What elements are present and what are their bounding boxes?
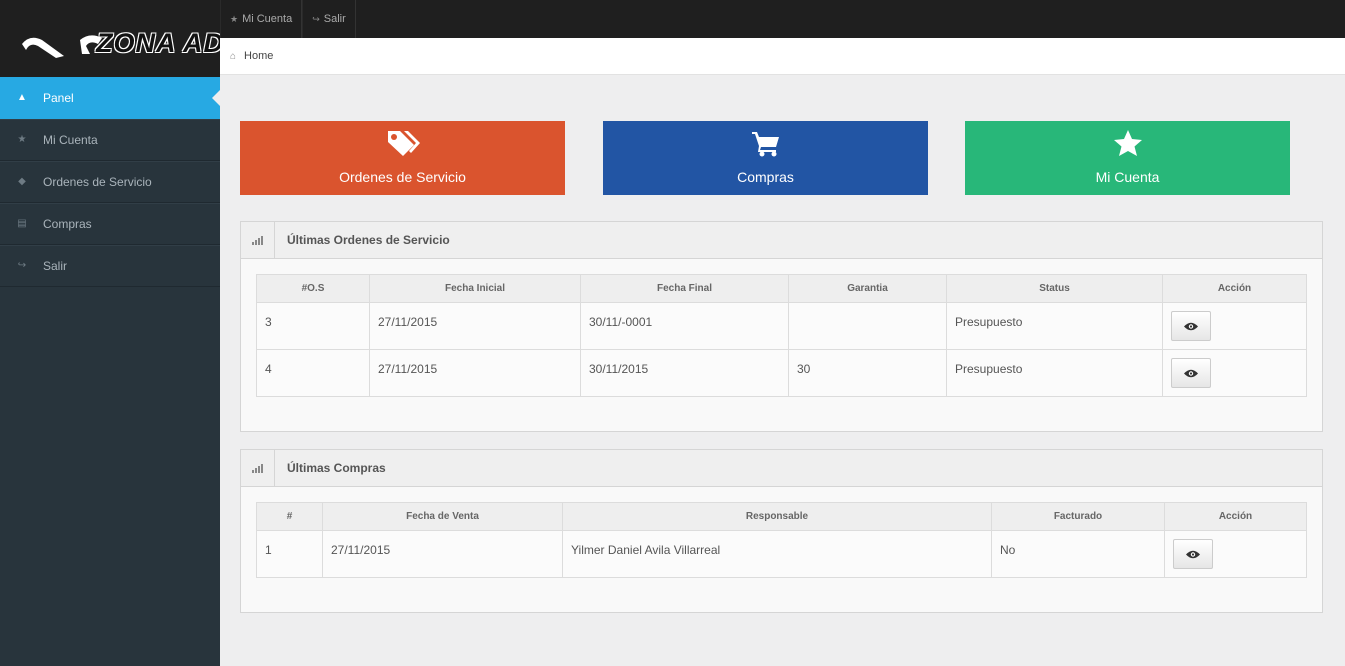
tag-icon: ◆ bbox=[18, 176, 26, 187]
share-icon: ↪ bbox=[17, 260, 27, 271]
home-icon: ⌂ bbox=[230, 50, 237, 62]
cell-os: 3 bbox=[256, 302, 370, 350]
topbar-salir-button[interactable]: ↪ Salir bbox=[302, 0, 356, 38]
cell-accion bbox=[1162, 349, 1307, 397]
view-button[interactable] bbox=[1173, 539, 1213, 569]
column-header: Status bbox=[946, 274, 1163, 303]
column-header: Fecha de Venta bbox=[322, 502, 563, 531]
top-navbar: ★ Mi Cuenta ↪ Salir bbox=[220, 0, 1345, 38]
star-icon bbox=[1113, 130, 1142, 156]
cell-accion bbox=[1162, 302, 1307, 350]
tags-icon bbox=[387, 131, 420, 156]
sidebar-item-label: Salir bbox=[43, 259, 68, 273]
sidebar-item-compras[interactable]: ▤ Compras bbox=[0, 203, 220, 245]
view-button[interactable] bbox=[1171, 311, 1211, 341]
topbar-label: Mi Cuenta bbox=[242, 13, 293, 25]
cell-fecha-venta: 27/11/2015 bbox=[322, 530, 563, 578]
sidebar-item-label: Compras bbox=[43, 217, 92, 231]
sidebar-item-panel[interactable]: ▲ Panel bbox=[0, 77, 220, 119]
topbar-mi-cuenta-button[interactable]: ★ Mi Cuenta bbox=[220, 0, 303, 38]
brand-name: ZONA AD bbox=[96, 28, 220, 58]
cell-fecha-inicial: 27/11/2015 bbox=[369, 349, 581, 397]
tile-compras[interactable]: Compras bbox=[603, 121, 928, 195]
widget-header: Últimas Ordenes de Servicio bbox=[241, 221, 1322, 259]
cell-status: Presupuesto bbox=[946, 302, 1163, 350]
star-icon: ★ bbox=[17, 134, 27, 145]
column-header: Fecha Final bbox=[580, 274, 789, 303]
cell-fecha-final: 30/11/2015 bbox=[580, 349, 789, 397]
purchases-table: # Fecha de Venta Responsable Facturado A… bbox=[256, 502, 1307, 578]
table-row: 1 27/11/2015 Yilmer Daniel Avila Villarr… bbox=[256, 530, 1307, 578]
tile-label: Compras bbox=[737, 169, 794, 185]
eye-icon bbox=[1184, 369, 1198, 377]
logo[interactable]: ZONA AD bbox=[0, 0, 220, 77]
cell-garantia: 30 bbox=[788, 349, 947, 397]
view-button[interactable] bbox=[1171, 358, 1211, 388]
list-icon: ▤ bbox=[17, 218, 27, 229]
tile-label: Mi Cuenta bbox=[1095, 169, 1160, 185]
sidebar: ZONA AD ▲ Panel ★ Mi Cuenta ◆ Ordenes de… bbox=[0, 0, 220, 666]
sidebar-item-label: Mi Cuenta bbox=[43, 133, 98, 147]
cell-responsable: Yilmer Daniel Avila Villarreal bbox=[562, 530, 992, 578]
column-header: Acción bbox=[1164, 502, 1307, 531]
breadcrumb-home-link[interactable]: Home bbox=[244, 50, 273, 62]
sidebar-item-mi-cuenta[interactable]: ★ Mi Cuenta bbox=[0, 119, 220, 161]
cell-garantia bbox=[788, 302, 947, 350]
orders-table: #O.S Fecha Inicial Fecha Final Garantia … bbox=[256, 274, 1307, 397]
sidebar-item-label: Ordenes de Servicio bbox=[43, 175, 152, 189]
column-header: Facturado bbox=[991, 502, 1165, 531]
breadcrumb: ⌂ Home bbox=[220, 38, 1345, 75]
share-icon: ↪ bbox=[312, 13, 320, 24]
sidebar-item-salir[interactable]: ↪ Salir bbox=[0, 245, 220, 287]
table-row: 4 27/11/2015 30/11/2015 30 Presupuesto bbox=[256, 349, 1307, 397]
widget-title: Últimas Compras bbox=[287, 461, 386, 475]
column-header: Responsable bbox=[562, 502, 992, 531]
cell-facturado: No bbox=[991, 530, 1165, 578]
eye-icon bbox=[1186, 550, 1200, 558]
signal-icon bbox=[241, 221, 275, 259]
sidebar-item-label: Panel bbox=[43, 91, 74, 105]
sidebar-item-ordenes[interactable]: ◆ Ordenes de Servicio bbox=[0, 161, 220, 203]
tile-ordenes-de-servicio[interactable]: Ordenes de Servicio bbox=[240, 121, 565, 195]
eye-icon bbox=[1184, 322, 1198, 330]
column-header: Acción bbox=[1162, 274, 1307, 303]
cell-status: Presupuesto bbox=[946, 349, 1163, 397]
topbar-label: Salir bbox=[323, 13, 346, 25]
signal-icon bbox=[241, 449, 275, 487]
column-header: #O.S bbox=[256, 274, 370, 303]
widget-header: Últimas Compras bbox=[241, 449, 1322, 487]
cell-os: 4 bbox=[256, 349, 370, 397]
cell-accion bbox=[1164, 530, 1307, 578]
tile-label: Ordenes de Servicio bbox=[339, 169, 466, 185]
user-icon: ★ bbox=[230, 13, 239, 24]
cell-fecha-inicial: 27/11/2015 bbox=[369, 302, 581, 350]
column-header: # bbox=[256, 502, 323, 531]
table-row: 3 27/11/2015 30/11/-0001 Presupuesto bbox=[256, 302, 1307, 350]
cell-numero: 1 bbox=[256, 530, 323, 578]
cell-fecha-final: 30/11/-0001 bbox=[580, 302, 789, 350]
column-header: Fecha Inicial bbox=[369, 274, 581, 303]
purchases-widget: Últimas Compras # Fecha de Venta Respons… bbox=[240, 449, 1323, 613]
orders-widget: Últimas Ordenes de Servicio #O.S Fecha I… bbox=[240, 221, 1323, 432]
cart-icon bbox=[751, 132, 779, 157]
tile-mi-cuenta[interactable]: Mi Cuenta bbox=[965, 121, 1290, 195]
widget-title: Últimas Ordenes de Servicio bbox=[287, 233, 450, 247]
home-icon: ▲ bbox=[17, 92, 27, 103]
column-header: Garantia bbox=[788, 274, 947, 303]
